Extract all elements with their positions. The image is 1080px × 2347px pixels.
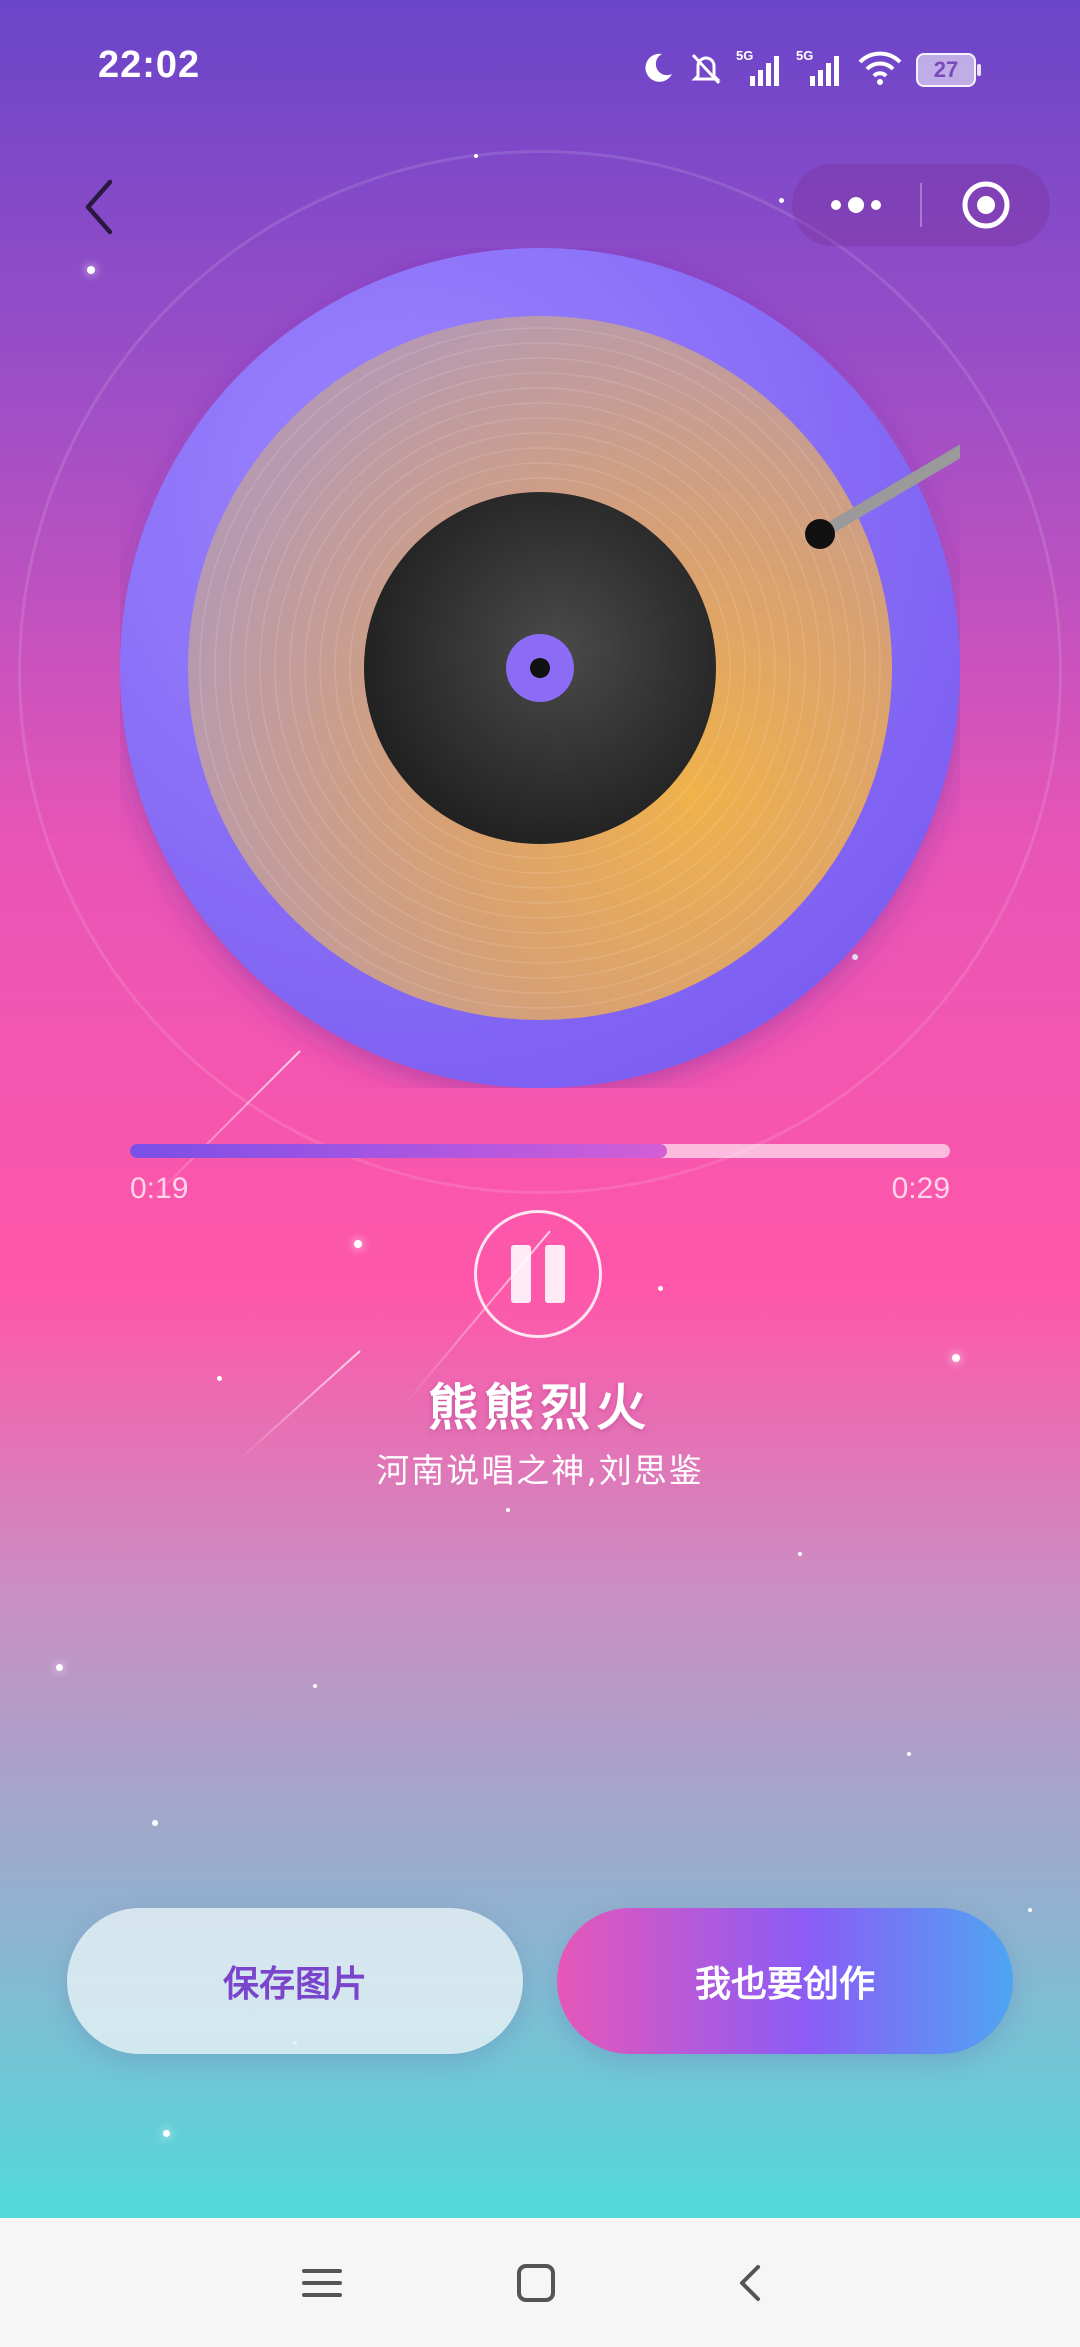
more-dots-icon — [831, 197, 881, 213]
menu-icon — [302, 2268, 342, 2297]
record-spindle — [530, 658, 550, 678]
elapsed-time: 0:19 — [130, 1172, 189, 1205]
create-button[interactable]: 我也要创作 — [557, 1908, 1013, 2054]
svg-text:5G: 5G — [736, 48, 753, 63]
signal-5g-icon: 5G — [796, 48, 844, 92]
pause-icon — [545, 1245, 565, 1303]
sparkle — [354, 1240, 362, 1248]
save-image-button[interactable]: 保存图片 — [67, 1908, 523, 2054]
vinyl-turntable — [120, 248, 960, 1088]
miniprogram-capsule — [792, 164, 1050, 246]
chevron-left-icon — [85, 179, 113, 235]
song-artist: 河南说唱之神,刘思鉴 — [376, 1451, 704, 1490]
sparkle — [87, 266, 95, 274]
nav-home-button[interactable] — [476, 2218, 596, 2347]
music-share-screen: 22:02 5G 5G 27 0:19 0:29 熊熊烈火 河南说唱之神,刘思鉴… — [0, 0, 1080, 2347]
back-chevron-icon — [740, 2264, 760, 2301]
moon-icon — [640, 50, 676, 90]
target-circle-icon — [962, 181, 1010, 229]
sparkle — [313, 1684, 317, 1688]
progress-bar[interactable] — [130, 1144, 950, 1158]
wifi-icon — [856, 50, 904, 90]
sparkle — [506, 1508, 510, 1512]
sparkle — [658, 1286, 663, 1291]
svg-text:5G: 5G — [796, 48, 813, 63]
status-time: 22:02 — [98, 44, 201, 86]
back-button[interactable] — [72, 172, 132, 242]
system-nav-bar — [0, 2218, 1080, 2347]
signal-5g-icon: 5G — [736, 48, 784, 92]
sparkle — [907, 1752, 911, 1756]
sparkle — [152, 1820, 158, 1826]
total-duration: 0:29 — [891, 1172, 950, 1205]
progress-fill — [130, 1144, 668, 1158]
sparkle — [779, 198, 784, 203]
battery-indicator: 27 — [916, 53, 981, 87]
sparkle — [56, 1664, 63, 1671]
sparkle — [163, 2130, 170, 2137]
pause-button[interactable] — [474, 1210, 602, 1338]
sparkle — [798, 1552, 802, 1556]
more-button[interactable] — [792, 164, 920, 246]
song-title: 熊熊烈火 — [428, 1379, 652, 1437]
home-square-icon — [517, 2263, 555, 2302]
nav-back-button[interactable] — [690, 2218, 810, 2347]
close-miniprogram-button[interactable] — [922, 164, 1050, 246]
bell-off-icon — [688, 50, 724, 90]
nav-menu-button[interactable] — [262, 2218, 382, 2347]
status-bar: 22:02 5G 5G 27 — [0, 0, 1080, 140]
pause-icon — [511, 1245, 531, 1303]
sparkle — [1028, 1908, 1032, 1912]
sparkle — [952, 1354, 960, 1362]
status-icons: 5G 5G 27 — [640, 48, 981, 92]
